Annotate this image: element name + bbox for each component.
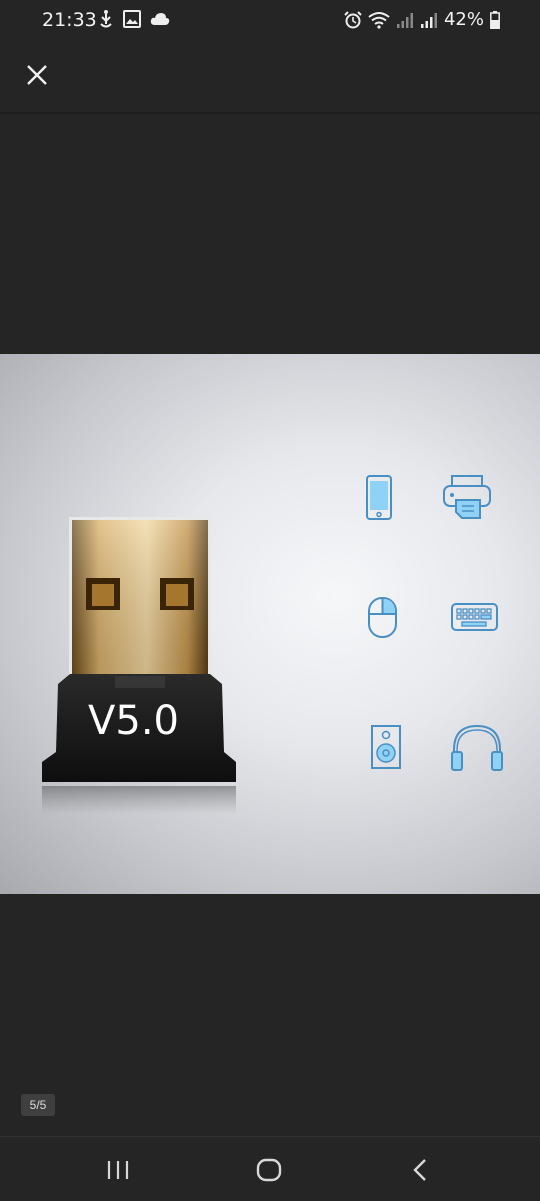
toolbar-divider bbox=[0, 112, 540, 114]
headphones-icon bbox=[451, 724, 503, 771]
phone-icon bbox=[366, 475, 392, 520]
home-icon bbox=[256, 1158, 282, 1182]
page-counter: 5/5 bbox=[21, 1094, 55, 1116]
keyboard-icon bbox=[451, 603, 498, 631]
close-icon bbox=[27, 65, 47, 85]
status-bar: 21:33 42% bbox=[0, 0, 540, 40]
product-image[interactable]: V5.0 bbox=[0, 354, 540, 894]
wifi-icon bbox=[368, 11, 390, 29]
recent-apps-button[interactable] bbox=[98, 1153, 138, 1187]
recent-apps-icon bbox=[107, 1161, 129, 1179]
alarm-icon bbox=[344, 10, 362, 28]
status-time: 21:33 bbox=[42, 9, 97, 31]
signal-icon bbox=[396, 12, 413, 28]
version-label: V5.0 bbox=[88, 698, 179, 744]
signal-icon bbox=[420, 12, 437, 28]
mouse-icon bbox=[368, 597, 397, 638]
home-button[interactable] bbox=[249, 1153, 289, 1187]
battery-icon bbox=[490, 10, 500, 29]
back-button[interactable] bbox=[400, 1153, 440, 1187]
usb-tether-icon bbox=[100, 10, 112, 28]
gallery-icon bbox=[123, 10, 141, 28]
notification-icons bbox=[98, 9, 170, 29]
system-status-icons: 42% bbox=[344, 9, 500, 30]
navigation-bar bbox=[0, 1136, 540, 1201]
back-icon bbox=[413, 1159, 426, 1181]
battery-percent: 42% bbox=[443, 9, 484, 30]
close-button[interactable] bbox=[22, 60, 52, 90]
printer-icon bbox=[443, 475, 491, 519]
cloud-icon bbox=[150, 13, 170, 25]
speaker-icon bbox=[371, 725, 401, 769]
